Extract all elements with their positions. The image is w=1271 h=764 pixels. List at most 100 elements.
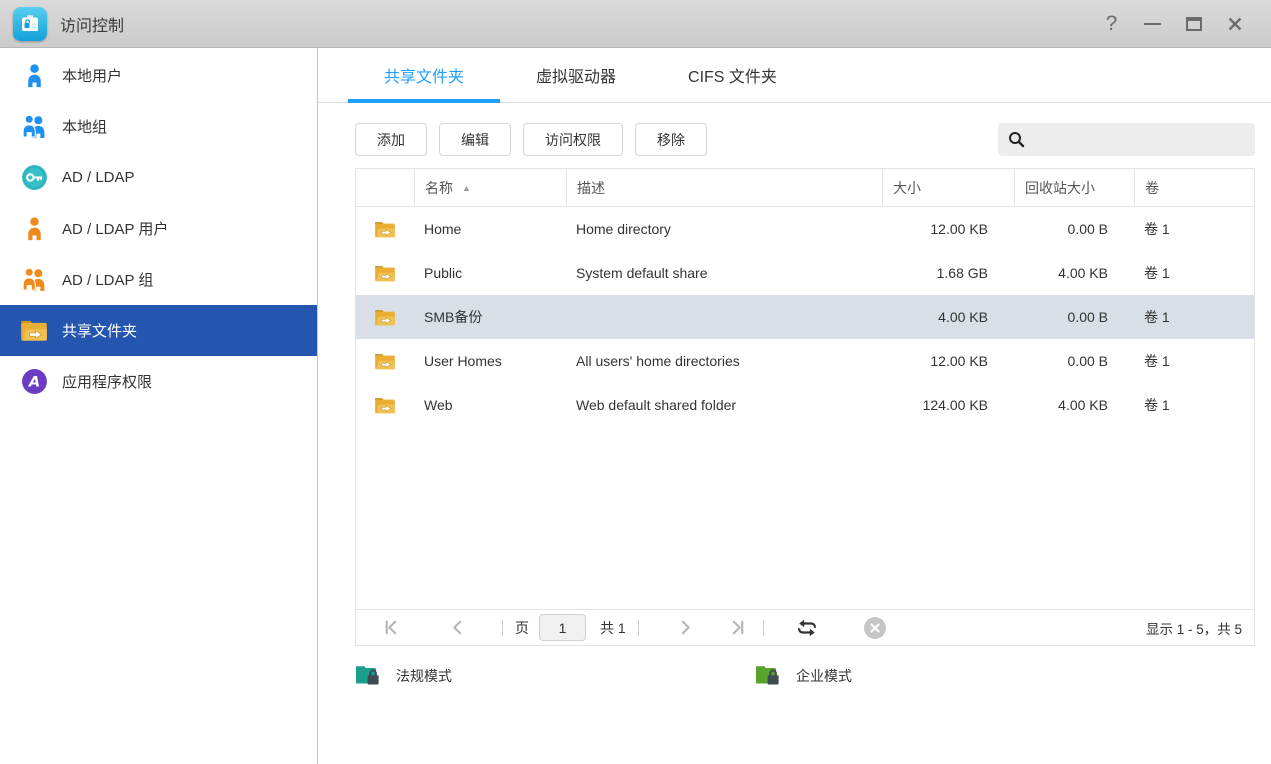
- cell-volume: 卷 1: [1134, 263, 1254, 283]
- cell-recycle-size: 0.00 B: [1014, 353, 1134, 369]
- maximize-icon: [1186, 17, 1202, 31]
- close-icon: [1227, 16, 1243, 32]
- shared-folder-icon: [356, 265, 414, 282]
- tab-virtual-drive[interactable]: 虚拟驱动器: [500, 48, 652, 102]
- sidebar-item-local-groups[interactable]: 本地组: [0, 101, 317, 152]
- legend-label: 企业模式: [796, 666, 852, 686]
- maximize-button[interactable]: [1173, 7, 1214, 41]
- pagination-divider: [638, 620, 639, 636]
- tab-cifs-folder[interactable]: CIFS 文件夹: [652, 48, 813, 102]
- search-input[interactable]: [1032, 132, 1245, 148]
- refresh-button[interactable]: [794, 615, 820, 641]
- sidebar-item-ad-ldap[interactable]: AD / LDAP: [0, 152, 317, 203]
- remove-button[interactable]: 移除: [635, 123, 707, 156]
- search-icon: [1008, 131, 1025, 148]
- compliance-mode-folder-icon: [355, 665, 382, 687]
- page-label: 页: [515, 618, 529, 638]
- column-header-label: 卷: [1145, 178, 1159, 198]
- pagination-bar: 页 共 1 显示 1 - 5，共 5: [356, 609, 1254, 646]
- app-window: 访问控制 ? 本地用户本地组 AD / LDAP AD / LDAP 用户 AD / …: [0, 0, 1271, 764]
- column-header-label: 大小: [893, 178, 921, 198]
- permissions-button[interactable]: 访问权限: [523, 123, 623, 156]
- cell-volume: 卷 1: [1134, 351, 1254, 371]
- local-user-icon: [20, 62, 48, 90]
- table-row[interactable]: PublicSystem default share1.68 GB4.00 KB…: [356, 251, 1254, 295]
- cell-recycle-size: 0.00 B: [1014, 221, 1134, 237]
- table-row[interactable]: HomeHome directory12.00 KB0.00 B卷 1: [356, 207, 1254, 251]
- tab-shared-folders[interactable]: 共享文件夹: [348, 48, 500, 102]
- toolbar: 添加编辑访问权限移除: [355, 123, 1255, 156]
- cell-size: 12.00 KB: [882, 221, 1014, 237]
- column-header-label: 回收站大小: [1025, 178, 1095, 198]
- cell-description: Web default shared folder: [566, 397, 882, 413]
- cell-name: Public: [414, 265, 566, 281]
- shared-folders-panel: 添加编辑访问权限移除 名称▲ 描述 大小 回收站大小 卷 HomeHome direct…: [318, 103, 1271, 764]
- shared-folder-icon: [356, 221, 414, 238]
- window-title: 访问控制: [60, 12, 124, 36]
- sidebar-item-label: AD / LDAP 用户: [62, 218, 168, 239]
- table-row[interactable]: WebWeb default shared folder124.00 KB4.0…: [356, 383, 1254, 427]
- sidebar: 本地用户本地组 AD / LDAP AD / LDAP 用户 AD / LDAP 组共…: [0, 48, 318, 764]
- cell-description: All users' home directories: [566, 353, 882, 369]
- column-header-3[interactable]: 回收站大小: [1014, 169, 1134, 206]
- cell-name: User Homes: [414, 353, 566, 369]
- enterprise-mode-folder-icon: [755, 665, 782, 687]
- search-box[interactable]: [998, 123, 1255, 156]
- shared-folder-icon: [356, 353, 414, 370]
- sidebar-item-shared-folders[interactable]: 共享文件夹: [0, 305, 317, 356]
- titlebar: 访问控制 ?: [0, 0, 1271, 48]
- column-header-0[interactable]: 名称▲: [414, 169, 566, 206]
- column-header-2[interactable]: 大小: [882, 169, 1014, 206]
- page-input[interactable]: [539, 614, 586, 641]
- clear-selection-button[interactable]: [864, 617, 886, 639]
- sidebar-item-ad-ldap-users[interactable]: AD / LDAP 用户: [0, 203, 317, 254]
- total-pages-label: 共 1: [600, 618, 626, 638]
- cell-volume: 卷 1: [1134, 395, 1254, 415]
- next-page-button[interactable]: [673, 615, 699, 641]
- cell-recycle-size: 0.00 B: [1014, 309, 1134, 325]
- column-header-1[interactable]: 描述: [566, 169, 882, 206]
- add-button[interactable]: 添加: [355, 123, 427, 156]
- cell-recycle-size: 4.00 KB: [1014, 397, 1134, 413]
- edit-button[interactable]: 编辑: [439, 123, 511, 156]
- legend-item-compliance-mode: 法规模式: [355, 665, 755, 687]
- column-header-label: 名称: [425, 178, 453, 198]
- sidebar-item-local-users[interactable]: 本地用户: [0, 50, 317, 101]
- column-header-4[interactable]: 卷: [1134, 169, 1254, 206]
- shared-folder-icon: [20, 317, 48, 345]
- toolbar-buttons: 添加编辑访问权限移除: [355, 123, 719, 156]
- table-row[interactable]: User HomesAll users' home directories12.…: [356, 339, 1254, 383]
- main-panel: 共享文件夹 虚拟驱动器 CIFS 文件夹 添加编辑访问权限移除 名称▲ 描述 大小 回收站…: [318, 48, 1271, 764]
- table-row[interactable]: SMB备份4.00 KB0.00 B卷 1: [356, 295, 1254, 339]
- cell-volume: 卷 1: [1134, 219, 1254, 239]
- pagination-divider: [502, 620, 503, 636]
- column-header-icon: [356, 169, 414, 206]
- cell-description: System default share: [566, 265, 882, 281]
- tab-label: CIFS 文件夹: [688, 63, 777, 87]
- domain-user-icon: [20, 215, 48, 243]
- first-page-button[interactable]: [378, 615, 404, 641]
- sidebar-item-label: 本地用户: [62, 65, 122, 86]
- close-button[interactable]: [1214, 7, 1255, 41]
- sidebar-item-label: AD / LDAP 组: [62, 269, 153, 290]
- column-header-label: 描述: [577, 178, 605, 198]
- help-button[interactable]: ?: [1091, 7, 1132, 41]
- sidebar-item-ad-ldap-groups[interactable]: AD / LDAP 组: [0, 254, 317, 305]
- table-header: 名称▲ 描述 大小 回收站大小 卷: [356, 169, 1254, 207]
- cell-volume: 卷 1: [1134, 307, 1254, 327]
- tab-label: 共享文件夹: [384, 63, 464, 87]
- last-page-button[interactable]: [725, 615, 751, 641]
- cell-name: Web: [414, 397, 566, 413]
- legend-label: 法规模式: [396, 666, 452, 686]
- svg-text:A: A: [27, 375, 39, 391]
- sidebar-item-label: 本地组: [62, 116, 107, 137]
- window-controls: ?: [1091, 7, 1255, 41]
- minimize-button[interactable]: [1132, 7, 1173, 41]
- prev-page-button[interactable]: [444, 615, 470, 641]
- cell-description: Home directory: [566, 221, 882, 237]
- cell-recycle-size: 4.00 KB: [1014, 265, 1134, 281]
- tab-label: 虚拟驱动器: [536, 63, 616, 87]
- table-body: HomeHome directory12.00 KB0.00 B卷 1Publi…: [356, 207, 1254, 609]
- sidebar-item-app-privileges[interactable]: A应用程序权限: [0, 356, 317, 407]
- shared-folder-icon: [356, 397, 414, 414]
